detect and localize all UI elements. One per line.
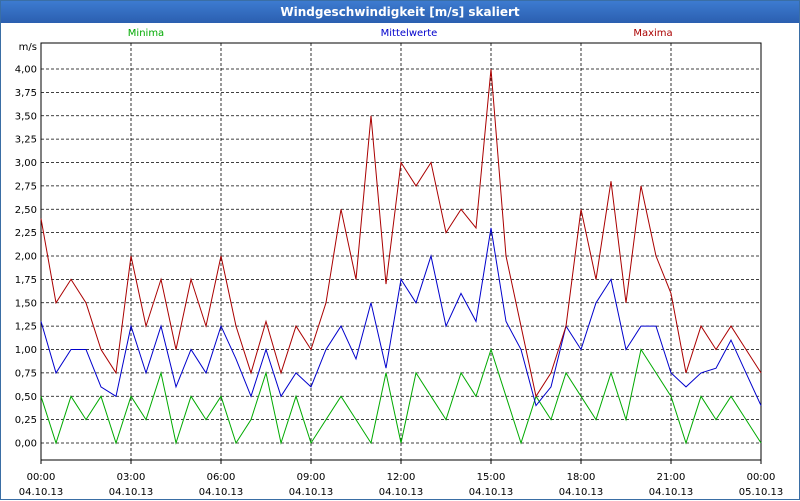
y-tick-label: 3,75	[15, 88, 37, 99]
x-tick-date: 04.10.13	[559, 487, 604, 498]
x-tick-labels: 00:00 04.10.13 03:00 04.10.13 06:00 04.10.13 0…	[19, 472, 784, 498]
y-tick-labels: 0,00 0,25 0,50 0,75 1,00 1,25 1,50 1,75 2,00 2,25…	[15, 42, 37, 450]
x-tick-date: 04.10.13	[109, 487, 154, 498]
wind-speed-chart: 0,00 0,25 0,50 0,75 1,00 1,25 1,50 1,75 2,00 2,25…	[15, 28, 784, 498]
y-tick-label: 3,00	[15, 158, 37, 169]
x-tick-date: 05.10.13	[739, 487, 784, 498]
x-tick-time: 15:00	[477, 472, 506, 483]
x-tick-time: 06:00	[207, 472, 236, 483]
y-tick-label: 0,75	[15, 368, 37, 379]
y-tick-label: 0,25	[15, 415, 37, 426]
y-tick-label: 1,25	[15, 322, 37, 333]
x-tick-date: 04.10.13	[19, 487, 64, 498]
y-tick-label: 1,50	[15, 298, 37, 309]
legend-maxima: Maxima	[633, 28, 672, 39]
x-tick-date: 04.10.13	[199, 487, 244, 498]
x-tick-time: 03:00	[117, 472, 146, 483]
y-tick-label: 2,00	[15, 252, 37, 263]
chart-window: Windgeschwindigkeit [m/s] skaliert 0,00 0…	[0, 0, 800, 500]
x-tick-time: 21:00	[657, 472, 686, 483]
y-tick-label: 3,50	[15, 111, 37, 122]
legend: Minima Mittelwerte Maxima	[128, 28, 673, 39]
y-tick-label: 2,75	[15, 181, 37, 192]
y-tick-label: 1,75	[15, 275, 37, 286]
x-tick-date: 04.10.13	[379, 487, 424, 498]
y-tick-label: 1,00	[15, 345, 37, 356]
x-tick-time: 00:00	[27, 472, 56, 483]
y-tick-label: 0,00	[15, 439, 37, 450]
legend-minima: Minima	[128, 28, 164, 39]
x-tick-time: 18:00	[567, 472, 596, 483]
y-tick-label: 3,25	[15, 135, 37, 146]
y-axis-unit: m/s	[19, 42, 37, 53]
x-tick-time: 09:00	[297, 472, 326, 483]
x-tick-date: 04.10.13	[289, 487, 334, 498]
x-tick-time: 12:00	[387, 472, 416, 483]
legend-mittelwerte: Mittelwerte	[381, 28, 438, 39]
y-tick-label: 0,50	[15, 392, 37, 403]
y-tick-label: 4,00	[15, 65, 37, 76]
x-tick-time: 00:00	[747, 472, 776, 483]
x-tick-date: 04.10.13	[649, 487, 694, 498]
grid-lines	[41, 43, 761, 460]
y-tick-label: 2,25	[15, 228, 37, 239]
x-tick-date: 04.10.13	[469, 487, 514, 498]
y-tick-label: 2,50	[15, 205, 37, 216]
